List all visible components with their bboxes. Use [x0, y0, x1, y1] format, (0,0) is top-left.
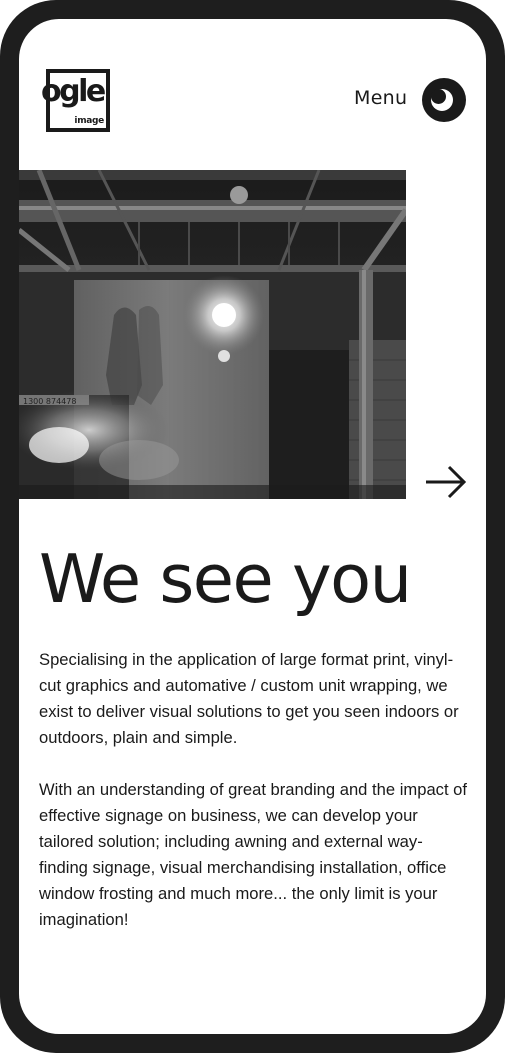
sign-phone-number: 1300 874478 — [23, 397, 76, 406]
ogle-image-logo[interactable]: ogle image — [41, 69, 110, 132]
hero-photo: 1300 874478 — [19, 170, 406, 499]
menu-button[interactable] — [422, 78, 466, 122]
next-slide-button[interactable] — [424, 465, 468, 499]
warehouse-photo: 1300 874478 — [19, 170, 406, 499]
eye-icon — [422, 78, 466, 122]
logo-subtext: image — [74, 116, 104, 126]
device-frame: ogle image Menu 1300 874478 We see you S… — [0, 0, 505, 1053]
arrow-right-icon — [426, 465, 467, 499]
logo-wordmark: ogle — [41, 74, 106, 109]
screen: ogle image Menu 1300 874478 We see you S… — [19, 19, 486, 1034]
intro-copy: Specialising in the application of large… — [39, 647, 469, 959]
intro-paragraph-1: Specialising in the application of large… — [39, 650, 459, 747]
intro-paragraph-2: With an understanding of great branding … — [39, 780, 468, 929]
menu-label[interactable]: Menu — [354, 87, 407, 109]
page-headline: We see you — [39, 540, 412, 618]
